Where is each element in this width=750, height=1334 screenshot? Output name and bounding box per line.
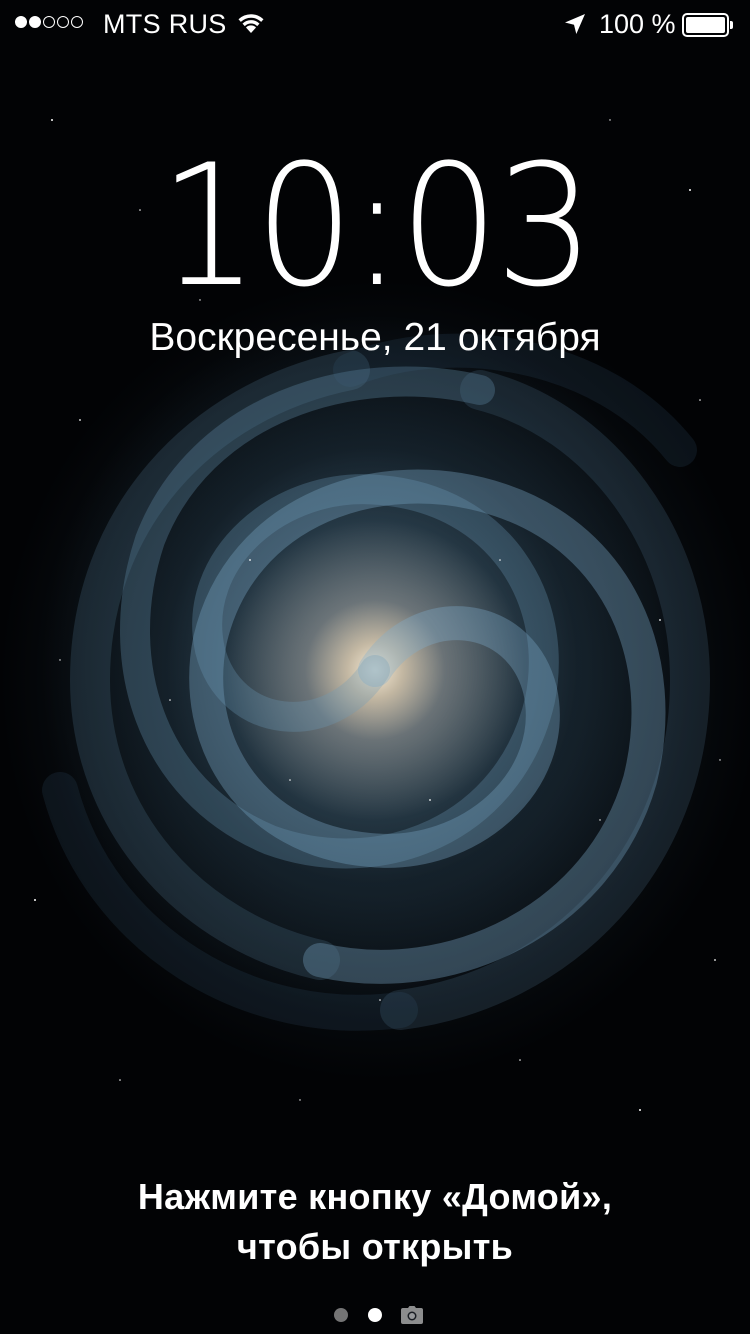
signal-dot (15, 16, 27, 28)
lock-screen-time: 10:03 (159, 128, 594, 324)
wifi-icon (238, 14, 264, 33)
unlock-hint: Нажмите кнопку «Домой», чтобы открыть (0, 1172, 750, 1272)
signal-dot (57, 16, 69, 28)
battery-percentage: 100 % (599, 9, 676, 39)
lock-screen: MTS RUS 100 % 10:03 Воскресенье, 21 октя… (0, 0, 750, 1334)
page-dot-widgets[interactable] (334, 1308, 348, 1322)
unlock-hint-line-1: Нажмите кнопку «Домой», (137, 1176, 613, 1217)
battery-tip (730, 21, 733, 29)
lock-screen-date: Воскресенье, 21 октября (149, 316, 601, 359)
battery-icon (682, 13, 734, 37)
battery-fill (686, 17, 725, 33)
carrier-name: MTS RUS (103, 9, 227, 39)
location-arrow-icon (565, 14, 585, 34)
battery-body (682, 13, 729, 37)
signal-strength-icon (15, 16, 83, 28)
page-indicator (0, 1302, 750, 1326)
signal-dot (29, 16, 41, 28)
unlock-hint-line-2: чтобы открыть (236, 1226, 514, 1267)
status-bar: MTS RUS 100 % (0, 0, 750, 48)
signal-dot (71, 16, 83, 28)
camera-icon[interactable] (400, 1305, 424, 1325)
page-dot-lock[interactable] (368, 1308, 382, 1322)
signal-dot (43, 16, 55, 28)
